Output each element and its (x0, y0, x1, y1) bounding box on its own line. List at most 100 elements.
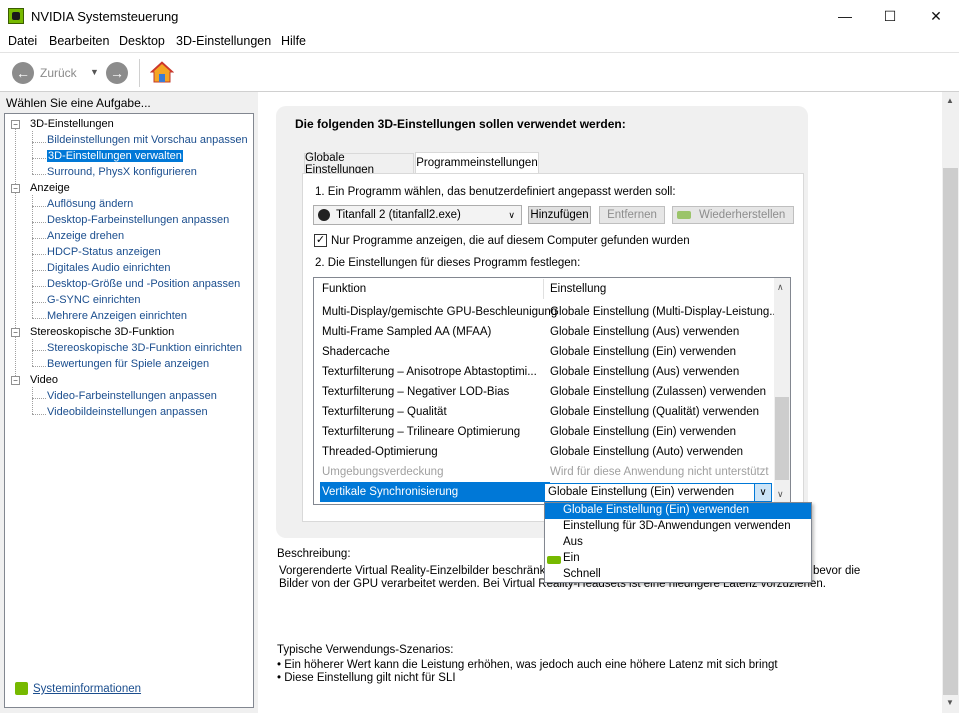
home-button[interactable] (149, 60, 175, 87)
add-button[interactable]: Hinzufügen (528, 206, 591, 224)
row-setting: Wird für diese Anwendung nicht unterstüt… (550, 466, 769, 478)
tree-item-desktop-groesse[interactable]: Desktop-Größe und -Position anpassen (47, 278, 240, 290)
row-setting: Globale Einstellung (Zulassen) verwenden (550, 386, 767, 398)
tree-item-g-sync[interactable]: G-SYNC einrichten (47, 294, 141, 306)
usage-item-text: Diese Einstellung gilt nicht für SLI (284, 672, 456, 684)
description-label: Beschreibung: (277, 548, 351, 560)
dropdown-option[interactable]: Einstellung für 3D-Anwendungen verwenden (545, 519, 811, 535)
tree-item-surround-physx[interactable]: Surround, PhysX konfigurieren (47, 166, 197, 178)
collapse-icon[interactable]: − (11, 376, 20, 385)
forward-button[interactable]: → (106, 62, 128, 84)
collapse-icon[interactable]: − (11, 120, 20, 129)
tree-item-anzeige-drehen[interactable]: Anzeige drehen (47, 230, 124, 242)
list-row[interactable]: Multi-Display/gemischte GPU-Beschleunigu… (314, 302, 779, 322)
menu-bearbeiten[interactable]: Bearbeiten (49, 34, 109, 48)
row-setting: Globale Einstellung (Aus) verwenden (550, 366, 740, 378)
chevron-down-icon[interactable]: ∨ (754, 484, 771, 501)
tree-line (32, 131, 33, 174)
description-text-end: bevor die (813, 565, 861, 577)
dropdown-option[interactable]: Ein (545, 551, 811, 567)
column-header-function[interactable]: Funktion (322, 283, 366, 295)
list-row[interactable]: Umgebungsverdeckung Wird für diese Anwend… (314, 462, 774, 482)
menu-desktop[interactable]: Desktop (119, 34, 165, 48)
tree-line (32, 195, 33, 318)
list-row[interactable]: Texturfilterung – Negativer LOD-Bias Glob… (314, 382, 774, 402)
list-row[interactable]: Texturfilterung – Qualität Globale Einste… (314, 402, 774, 422)
restore-button[interactable]: Wiederherstellen (672, 206, 794, 224)
tree-line (32, 339, 33, 366)
usage-item: • Diese Einstellung gilt nicht für SLI (277, 672, 456, 684)
minimize-button[interactable]: — (822, 0, 868, 32)
tree-line (15, 129, 16, 382)
menu-datei[interactable]: Datei (8, 34, 37, 48)
nvidia-icon (677, 211, 691, 219)
usage-label: Typische Verwendungs-Szenarios: (277, 644, 454, 656)
tree-item-bewertungen[interactable]: Bewertungen für Spiele anzeigen (47, 358, 209, 370)
tree-item-stereo-einrichten[interactable]: Stereoskopische 3D-Funktion einrichten (47, 342, 242, 354)
row-function: Texturfilterung – Negativer LOD-Bias (322, 386, 510, 398)
dropdown-option[interactable]: Aus (545, 535, 811, 551)
row-function: Texturfilterung – Trilineare Optimierung (322, 426, 521, 438)
tree-item-bildeinstellungen[interactable]: Bildeinstellungen mit Vorschau anpassen (47, 134, 248, 146)
tree-item-videobild[interactable]: Videobildeinstellungen anpassen (47, 406, 208, 418)
close-button[interactable]: ✕ (913, 0, 959, 32)
tree-line (32, 387, 33, 414)
menu-3d-einstellungen[interactable]: 3D-Einstellungen (176, 34, 271, 48)
tree-item-hdcp-status[interactable]: HDCP-Status anzeigen (47, 246, 161, 258)
list-scroll-down-icon[interactable]: ∨ (777, 489, 784, 500)
tree-category-stereo[interactable]: Stereoskopische 3D-Funktion (30, 326, 174, 338)
remove-button[interactable]: Entfernen (599, 206, 665, 224)
list-row[interactable]: Texturfilterung – Anisotrope Abtastoptim… (314, 362, 774, 382)
maximize-button[interactable]: ☐ (867, 0, 913, 32)
row-function: Multi-Display/gemischte GPU-Beschleunigu… (322, 306, 558, 318)
tree-item-digitales-audio[interactable]: Digitales Audio einrichten (47, 262, 171, 274)
tree-item-mehrere-anzeigen[interactable]: Mehrere Anzeigen einrichten (47, 310, 187, 322)
back-button[interactable]: ← (12, 62, 34, 84)
titanfall-icon (318, 209, 330, 221)
nvidia-app-icon (8, 8, 24, 24)
dropdown-option-label: Aus (563, 536, 583, 548)
tree-line (32, 238, 46, 239)
tree-line (32, 398, 46, 399)
vsync-select[interactable]: Globale Einstellung (Ein) verwenden (544, 483, 772, 502)
scroll-down-icon[interactable]: ▼ (946, 698, 954, 707)
program-select[interactable]: Titanfall 2 (titanfall2.exe) ∨ (313, 205, 522, 225)
row-setting: Globale Einstellung (Aus) verwenden (550, 326, 740, 338)
tab-globale-einstellungen[interactable]: Globale Einstellungen (304, 152, 414, 176)
tree-item-aufloesung[interactable]: Auflösung ändern (47, 198, 133, 210)
list-scrollbar-thumb[interactable] (775, 397, 789, 480)
tree-line (32, 254, 46, 255)
tree-line (32, 174, 46, 175)
row-function: Vertikale Synchronisierung (322, 486, 459, 498)
list-scroll-up-icon[interactable]: ∧ (777, 282, 784, 293)
tree-item-desktop-farbe[interactable]: Desktop-Farbeinstellungen anpassen (47, 214, 229, 226)
tree-category-3d[interactable]: 3D-Einstellungen (30, 118, 114, 130)
tree-item-3d-einstellungen-verwalten[interactable]: 3D-Einstellungen verwalten (47, 150, 183, 162)
tree-category-video[interactable]: Video (30, 374, 58, 386)
list-row[interactable]: Multi-Frame Sampled AA (MFAA) Globale Ein… (314, 322, 774, 342)
arrow-left-icon: ← (12, 62, 34, 84)
list-row-selected[interactable]: Vertikale Synchronisierung (320, 482, 550, 502)
content-scrollbar-thumb[interactable] (943, 168, 958, 695)
show-found-programs-checkbox[interactable]: ✓ (314, 234, 327, 247)
dropdown-option[interactable]: Globale Einstellung (Ein) verwenden (545, 503, 811, 519)
system-info-icon (15, 682, 28, 695)
menu-hilfe[interactable]: Hilfe (281, 34, 306, 48)
tree-item-video-farbe[interactable]: Video-Farbeinstellungen anpassen (47, 390, 217, 402)
vsync-select-value: Globale Einstellung (Ein) verwenden (548, 486, 735, 498)
system-info-link[interactable]: Systeminformationen (33, 683, 141, 695)
back-history-dropdown-icon[interactable]: ▼ (90, 67, 99, 77)
list-row[interactable]: Shadercache Globale Einstellung (Ein) ver… (314, 342, 774, 362)
row-function: Shadercache (322, 346, 390, 358)
list-row[interactable]: Threaded-Optimierung Globale Einstellung … (314, 442, 774, 462)
column-header-setting[interactable]: Einstellung (550, 283, 606, 295)
tree-category-anzeige[interactable]: Anzeige (30, 182, 70, 194)
tab-programmeinstellungen[interactable]: Programmeinstellungen (415, 152, 539, 173)
scroll-up-icon[interactable]: ▲ (946, 96, 954, 105)
tree-line (32, 158, 46, 159)
collapse-icon[interactable]: − (11, 184, 20, 193)
collapse-icon[interactable]: − (11, 328, 20, 337)
row-function: Threaded-Optimierung (322, 446, 438, 458)
list-row[interactable]: Texturfilterung – Trilineare Optimierung… (314, 422, 774, 442)
dropdown-option[interactable]: Schnell (545, 567, 811, 583)
